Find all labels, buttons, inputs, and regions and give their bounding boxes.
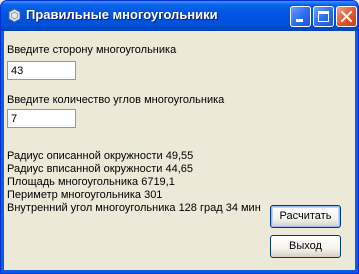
perimeter-result: Периметр многоугольника 301 (7, 189, 163, 201)
circumradius-result: Радиус описанной окружности 49,55 (7, 150, 194, 162)
side-input[interactable] (7, 61, 76, 80)
close-icon (340, 10, 353, 23)
angles-input[interactable] (7, 109, 76, 128)
maximize-icon (318, 11, 329, 22)
maximize-button[interactable] (313, 6, 334, 27)
inradius-result: Радиус вписанной окружности 44,65 (7, 163, 193, 175)
window-title: Правильные многоугольники (26, 7, 218, 22)
form-client-area: Введите сторону многоугольника Введите к… (4, 31, 355, 270)
area-result: Площадь многоугольника 6719,1 (7, 176, 175, 188)
minimize-button[interactable] (290, 6, 311, 27)
calculate-button[interactable]: Расчитать (270, 205, 341, 228)
polygon-app-icon (7, 8, 22, 23)
angles-label: Введите количество углов многоугольника (7, 94, 225, 106)
minimize-icon (296, 19, 303, 22)
interior-angle-result: Внутренний угол многоугольника 128 град … (7, 202, 261, 214)
exit-button[interactable]: Выход (270, 235, 341, 258)
title-bar[interactable]: Правильные многоугольники (1, 1, 358, 31)
close-button[interactable] (336, 6, 357, 27)
app-window: Правильные многоугольники Введите сторон… (0, 0, 359, 274)
side-label: Введите сторону многоугольника (7, 44, 177, 56)
